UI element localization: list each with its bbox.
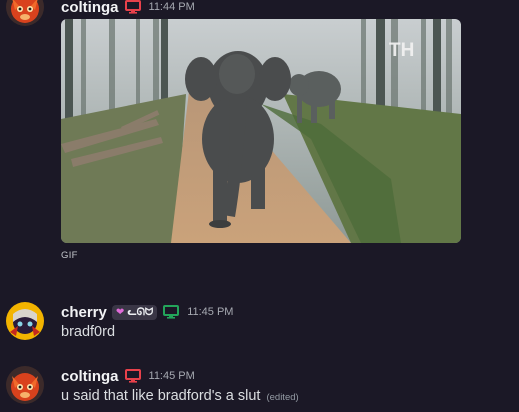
desktop-icon: [124, 369, 141, 383]
elephant-gif-image: TH: [61, 19, 461, 243]
guild-tag-badge[interactable]: ❤ ᓚᘏᗢ: [111, 304, 158, 320]
gif-label: GIF: [61, 250, 78, 261]
heart-icon: ❤: [115, 306, 125, 318]
avatar-cherry[interactable]: [6, 302, 44, 340]
edited-label: (edited): [266, 392, 299, 403]
fox-avatar-icon: [6, 0, 44, 26]
message-2: cherry ❤ ᓚᘏᗢ 11:45 PM bradf0rd: [0, 302, 519, 347]
timestamp: 11:44 PM: [148, 1, 195, 13]
timestamp: 11:45 PM: [148, 370, 195, 382]
avatar-coltinga[interactable]: [6, 0, 44, 26]
message-text: u said that like bradford's a slut (edit…: [61, 388, 299, 404]
avatar-coltinga[interactable]: [6, 366, 44, 404]
username[interactable]: cherry: [61, 304, 107, 321]
timestamp: 11:45 PM: [187, 306, 234, 318]
username[interactable]: coltinga: [61, 0, 119, 16]
message-text: bradf0rd: [61, 324, 116, 340]
chat-log: coltinga 11:44 PM TH GIF cherry ❤ ᓚᘏᗢ 11…: [0, 0, 519, 412]
message-text-content: u said that like bradford's a slut: [61, 388, 261, 404]
desktop-icon: [163, 305, 180, 319]
anime-avatar-icon: [6, 302, 44, 340]
username[interactable]: coltinga: [61, 368, 119, 385]
message-header: cherry ❤ ᓚᘏᗢ 11:45 PM: [61, 303, 233, 321]
gif-watermark: TH: [389, 40, 414, 61]
message-header: coltinga 11:44 PM: [61, 0, 195, 16]
desktop-icon: [124, 0, 141, 14]
message-header: coltinga 11:45 PM: [61, 367, 195, 385]
fox-avatar-icon: [6, 366, 44, 404]
guild-tag-text: ᓚᘏᗢ: [127, 306, 154, 318]
message-3: coltinga 11:45 PM u said that like bradf…: [0, 366, 519, 412]
gif-attachment[interactable]: TH: [61, 19, 461, 243]
message-1: coltinga 11:44 PM TH GIF: [0, 0, 519, 265]
